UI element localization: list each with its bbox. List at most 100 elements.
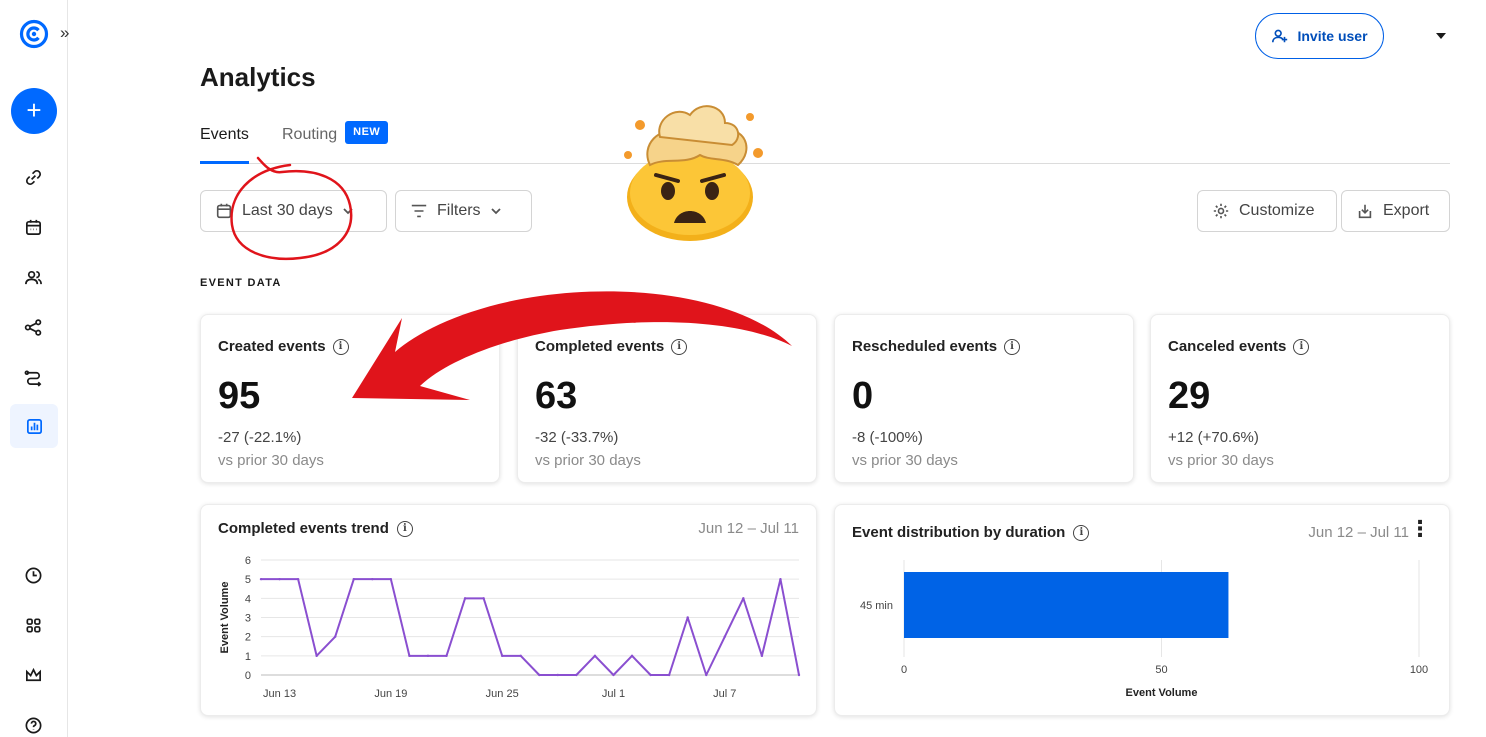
stat-card-created: Created events i 95 -27 (-22.1%) vs prior…	[200, 314, 500, 483]
sidebar-item-workflows[interactable]	[20, 314, 46, 340]
data-point	[259, 577, 263, 581]
x-tick-label: Jun 25	[486, 688, 519, 700]
trend-chart: 0 1 2 3 4 5 6 Jun 13 Jun 19 Jun 25 Jul 1 Jul 7 Event…	[219, 555, 801, 700]
new-badge: NEW	[345, 121, 389, 145]
stat-title: Completed events i	[535, 338, 688, 355]
stat-comparison: vs prior 30 days	[535, 452, 641, 469]
x-axis-label: Event Volume	[1126, 687, 1198, 699]
sidebar-item-scheduling[interactable]	[20, 164, 46, 190]
date-range-dropdown[interactable]: Last 30 days	[200, 190, 387, 232]
data-point	[408, 654, 411, 658]
section-label: EVENT DATA	[200, 277, 282, 289]
series-line	[261, 578, 800, 676]
filters-label: Filters	[437, 202, 481, 219]
y-tick-label: 6	[245, 555, 251, 567]
data-point	[723, 635, 726, 638]
calendar-icon	[216, 203, 232, 219]
analytics-icon	[26, 418, 42, 434]
tab-events[interactable]: Events	[200, 118, 249, 164]
sidebar-item-contacts[interactable]	[20, 264, 46, 290]
sidebar-item-upgrade[interactable]	[20, 662, 46, 688]
crown-icon	[25, 667, 41, 681]
info-icon[interactable]: i	[1293, 338, 1310, 355]
stat-comparison: vs prior 30 days	[1168, 452, 1274, 469]
sidebar-item-meetings[interactable]	[20, 214, 46, 240]
duration-chart-card: Event distribution by duration i Jun 12 –…	[834, 504, 1450, 716]
contacts-icon	[24, 270, 42, 284]
x-tick-label: Jun 19	[374, 688, 407, 700]
x-tick-label: Jul 7	[713, 688, 736, 700]
x-tick-label: 0	[901, 664, 907, 676]
data-point	[315, 654, 318, 658]
page-title: Analytics	[200, 62, 316, 92]
export-icon	[1358, 204, 1372, 219]
data-point	[630, 654, 634, 658]
sidebar-item-analytics[interactable]	[10, 404, 58, 448]
data-point	[278, 577, 281, 581]
tab-events-label: Events	[200, 126, 249, 143]
stat-title: Rescheduled events i	[852, 338, 1021, 355]
data-point	[371, 577, 374, 581]
stat-value: 0	[852, 375, 874, 417]
tab-routing[interactable]: Routing NEW	[282, 118, 389, 164]
y-tick-label: 2	[245, 632, 251, 644]
date-range-label: Last 30 days	[242, 202, 333, 219]
data-point	[667, 673, 671, 677]
app-logo[interactable]	[19, 19, 49, 49]
info-icon[interactable]: i	[671, 338, 688, 355]
stat-value: 95	[218, 375, 261, 417]
data-point	[556, 673, 560, 677]
sidebar-item-availability[interactable]	[20, 562, 46, 588]
y-tick-label: 3	[245, 613, 251, 625]
data-point	[352, 577, 355, 581]
stat-value: 63	[535, 375, 578, 417]
routing-icon	[24, 369, 41, 387]
chevron-down-icon	[490, 208, 501, 215]
filters-dropdown[interactable]: Filters	[395, 190, 532, 232]
invite-user-button[interactable]: Invite user	[1255, 13, 1384, 59]
stat-title: Canceled events i	[1168, 338, 1310, 355]
account-menu-caret-icon[interactable]	[1436, 33, 1446, 39]
duration-chart: 0 50 100 Event Volume 45 min	[860, 560, 1428, 699]
stat-card-canceled: Canceled events i 29 +12 (+70.6%) vs prio…	[1150, 314, 1450, 483]
x-tick-label: 50	[1155, 664, 1167, 676]
create-button[interactable]: +	[11, 88, 57, 134]
data-point	[705, 673, 708, 677]
info-icon[interactable]: i	[1004, 338, 1021, 355]
data-point	[575, 673, 578, 677]
stat-value: 29	[1168, 375, 1211, 417]
stat-comparison: vs prior 30 days	[852, 452, 958, 469]
stat-change: +12 (+70.6%)	[1168, 429, 1259, 446]
sidebar-item-integrations[interactable]	[20, 612, 46, 638]
data-point	[760, 654, 764, 658]
data-point	[779, 577, 782, 581]
data-point	[742, 597, 745, 600]
stat-comparison: vs prior 30 days	[218, 452, 324, 469]
sidebar-item-routing[interactable]	[20, 364, 46, 390]
invite-user-label: Invite user	[1297, 28, 1368, 44]
filter-icon	[411, 204, 427, 218]
info-icon[interactable]: i	[332, 338, 349, 355]
gear-icon	[1213, 203, 1229, 219]
x-tick-label: 100	[1410, 664, 1428, 676]
link-icon	[25, 169, 41, 185]
data-point	[389, 577, 393, 581]
stat-card-completed: Completed events i 63 -32 (-33.7%) vs pri…	[517, 314, 817, 483]
data-point	[296, 577, 300, 581]
sidebar-item-help[interactable]	[20, 712, 46, 737]
y-axis-label: Event Volume	[219, 582, 231, 654]
stat-card-rescheduled: Rescheduled events i 0 -8 (-100%) vs prio…	[834, 314, 1134, 483]
avatar[interactable]	[1390, 14, 1436, 60]
calendar-icon	[25, 219, 41, 235]
data-point	[686, 616, 689, 619]
data-point	[445, 654, 448, 658]
expand-sidebar-icon[interactable]: »	[60, 24, 69, 42]
stat-title-text: Completed events	[535, 338, 665, 355]
bar	[904, 572, 1229, 638]
customize-button[interactable]: Customize	[1197, 190, 1337, 232]
data-point	[797, 673, 801, 677]
clock-icon	[25, 567, 41, 583]
export-button[interactable]: Export	[1341, 190, 1450, 232]
stat-change: -8 (-100%)	[852, 429, 923, 446]
data-point	[334, 635, 337, 638]
